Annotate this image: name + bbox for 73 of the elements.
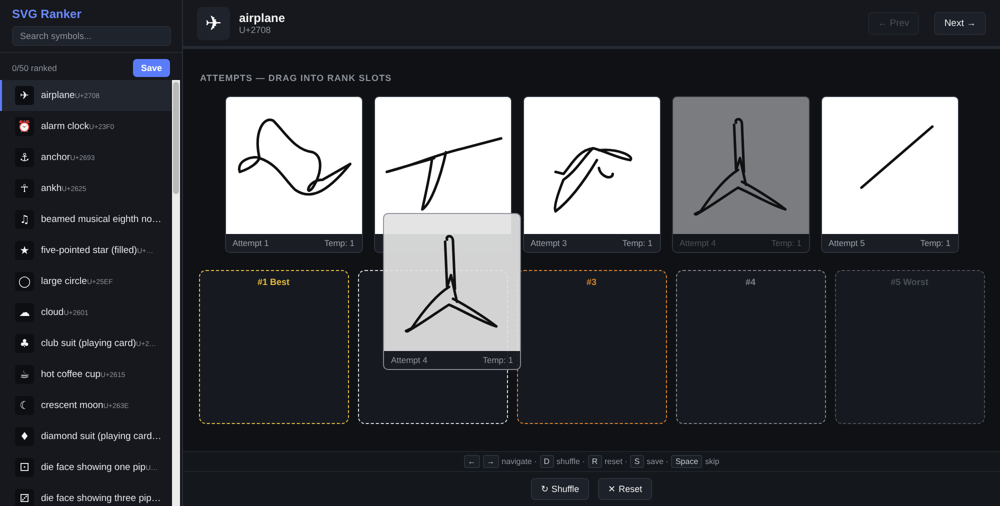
- symbol-glyph: ✈: [15, 86, 34, 105]
- symbol-glyph: ◯: [15, 272, 34, 291]
- symbol-glyph: ⏰: [15, 117, 34, 136]
- key-hint: Space: [671, 455, 702, 468]
- shortcut-label: save ·: [646, 457, 668, 466]
- ranked-count: 0/50 ranked: [12, 63, 57, 73]
- symbol-glyph: ✈: [197, 6, 230, 40]
- symbol-glyph: ⚀: [15, 458, 34, 477]
- symbol-name: airplane: [239, 11, 286, 25]
- symbol-name: die face showing three pip…: [41, 493, 161, 504]
- symbol-glyph: ⚓: [15, 148, 34, 167]
- key-hint: S: [630, 455, 644, 468]
- symbol-name: cloud: [41, 307, 64, 318]
- shortcut-label: shuffle ·: [556, 457, 585, 466]
- attempt-label: Attempt 1: [232, 238, 269, 248]
- symbol-glyph: ★: [15, 241, 34, 260]
- temperature-label: Temp: 1: [920, 238, 950, 248]
- temperature-label: Temp: 1: [622, 238, 652, 248]
- key-hint: ←: [464, 455, 480, 468]
- shortcut-label: navigate ·: [502, 457, 537, 466]
- attempt-label: Attempt 4: [391, 355, 428, 365]
- symbol-glyph: ♣: [15, 334, 34, 353]
- next-button[interactable]: Next →: [934, 12, 986, 34]
- attempt-card[interactable]: Attempt 1 Temp: 1: [224, 96, 362, 253]
- symbol-list-item[interactable]: ⚂ die face showing three pip…: [0, 483, 172, 506]
- symbol-glyph: ♫: [15, 210, 34, 229]
- save-button[interactable]: Save: [132, 59, 170, 77]
- attempt-card[interactable]: Attempt 3 Temp: 1: [522, 96, 660, 253]
- symbol-name: anchor: [41, 152, 70, 163]
- scrollbar[interactable]: [172, 80, 180, 506]
- rank-slot[interactable]: #3: [516, 270, 666, 424]
- temperature-label: Temp: 1: [771, 238, 802, 248]
- symbol-glyph: ☥: [15, 179, 34, 198]
- symbol-name: five-pointed star (filled): [41, 245, 138, 256]
- temperature-label: Temp: 1: [482, 355, 513, 365]
- symbol-glyph: ☁: [15, 303, 34, 322]
- reset-button[interactable]: ✕ Reset: [598, 478, 652, 500]
- attempt-label: Attempt 3: [530, 238, 567, 248]
- key-hint: →: [482, 455, 499, 468]
- symbol-name: beamed musical eighth no…: [41, 214, 162, 225]
- shortcut-label: skip: [705, 457, 720, 466]
- symbol-glyph: ☕: [15, 365, 34, 384]
- symbol-name: large circle: [41, 276, 87, 287]
- shortcut-label: reset ·: [604, 457, 628, 466]
- key-hint: D: [540, 455, 554, 468]
- attempt-label: Attempt 5: [828, 238, 865, 248]
- symbol-name: crescent moon: [41, 400, 104, 411]
- rank-slot[interactable]: #4: [676, 270, 826, 424]
- symbol-name: die face showing one pip: [41, 462, 146, 473]
- symbol-glyph: ♦: [15, 427, 34, 446]
- symbol-name: hot coffee cup: [41, 369, 101, 380]
- attempt-label: Attempt 4: [680, 238, 716, 248]
- symbol-name: alarm clock: [41, 121, 90, 132]
- rank-label: #1 Best: [257, 277, 290, 288]
- rank-slot[interactable]: #1 Best: [198, 270, 348, 424]
- symbol-glyph: ⚂: [15, 489, 34, 506]
- symbol-name: airplane: [41, 90, 75, 101]
- symbol-name: diamond suit (playing card…: [41, 431, 162, 442]
- rank-label: #4: [745, 277, 756, 288]
- shuffle-button[interactable]: ↻ Shuffle: [530, 478, 590, 500]
- app-title: SVG Ranker: [12, 7, 82, 21]
- symbol-name: club suit (playing card): [41, 338, 136, 349]
- rank-label: #3: [586, 277, 596, 288]
- search-field[interactable]: Search symbols...: [12, 26, 171, 46]
- drag-preview-popover[interactable]: Attempt 4 Temp: 1: [383, 213, 521, 370]
- symbol-list-item[interactable]: ♫ beamed musical eighth no…: [0, 204, 172, 235]
- temperature-label: Temp: 1: [324, 238, 354, 248]
- symbol-glyph: ☾: [15, 396, 34, 415]
- key-hint: R: [588, 455, 602, 468]
- symbol-code: U+2708: [239, 25, 272, 35]
- symbol-list-item[interactable]: ♦ diamond suit (playing card…: [0, 421, 172, 452]
- symbol-name: ankh: [41, 183, 62, 194]
- section-title: ATTEMPTS — DRAG INTO RANK SLOTS: [200, 73, 392, 83]
